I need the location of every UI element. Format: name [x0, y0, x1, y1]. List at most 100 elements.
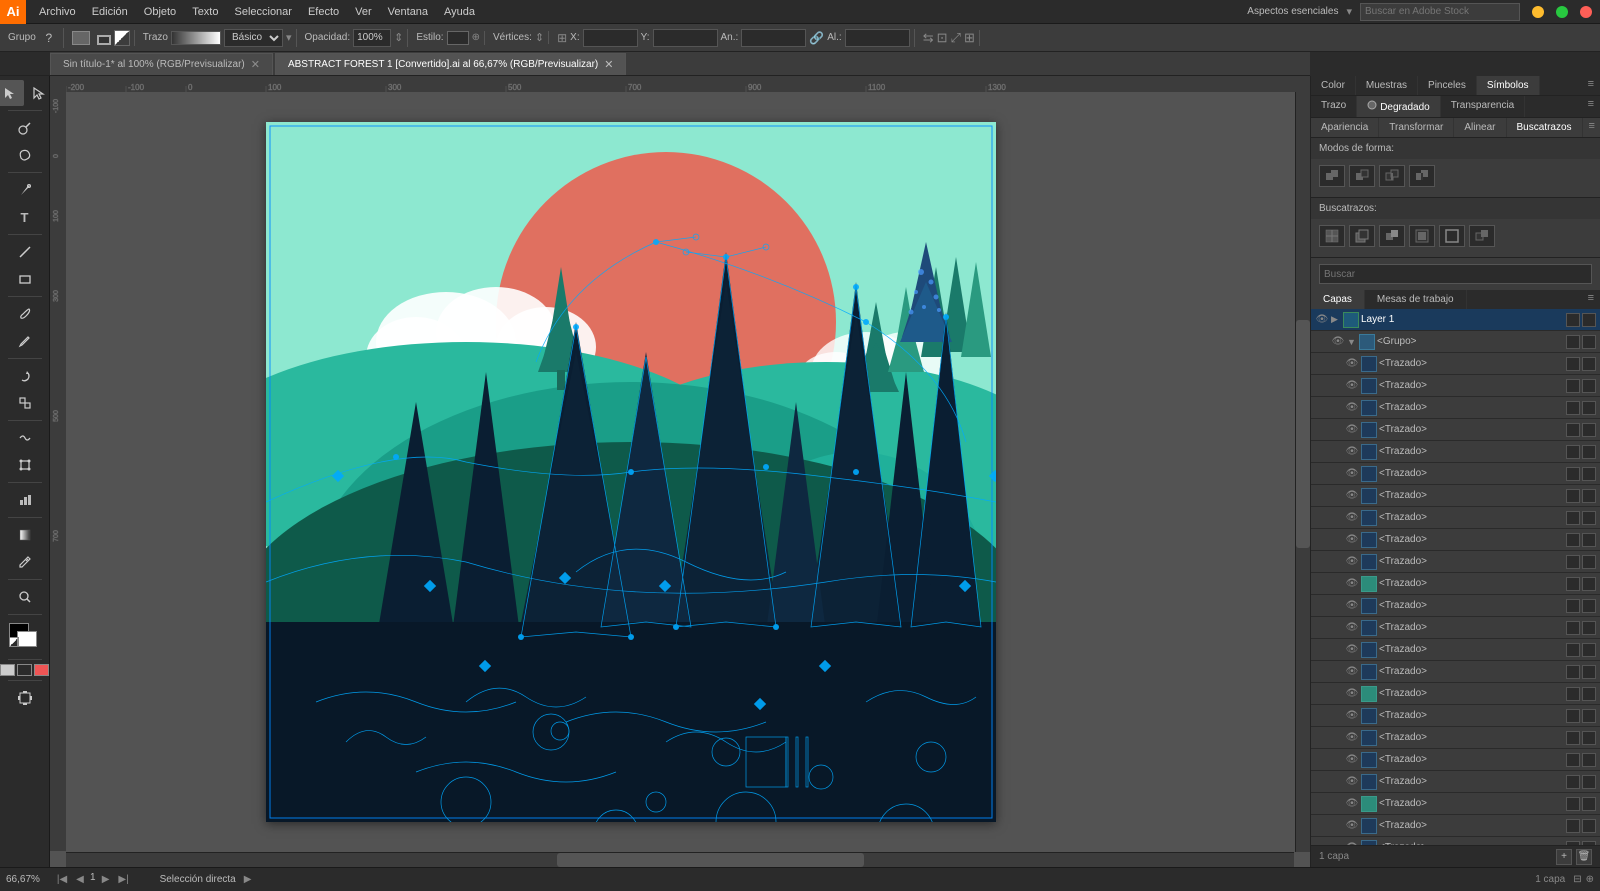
trazado-item-5[interactable]: 👁 <Trazado> — [1311, 463, 1600, 485]
trazado-item-12[interactable]: 👁 <Trazado> — [1311, 617, 1600, 639]
t11-lock[interactable] — [1566, 599, 1580, 613]
t3-target[interactable] — [1582, 423, 1596, 437]
zoom-tool[interactable] — [11, 584, 39, 610]
paintbrush-tool[interactable] — [11, 301, 39, 327]
layer-1-visibility[interactable]: 👁 — [1315, 313, 1329, 327]
layers-list[interactable]: 👁 ▶ Layer 1 👁 ▼ <Grupo> — [1311, 309, 1600, 845]
trim-btn[interactable] — [1349, 225, 1375, 247]
type-tool[interactable]: T — [11, 204, 39, 230]
t9-vis[interactable]: 👁 — [1345, 555, 1359, 569]
menu-edicion[interactable]: Edición — [85, 4, 135, 20]
grupo-expand[interactable]: ▼ — [1347, 337, 1357, 347]
t17-lock[interactable] — [1566, 731, 1580, 745]
shape-modes-header[interactable]: Modos de forma: — [1311, 138, 1600, 159]
tab-color[interactable]: Color — [1311, 76, 1356, 95]
t4-vis[interactable]: 👁 — [1345, 445, 1359, 459]
rotate-tool[interactable] — [11, 363, 39, 389]
x-input[interactable]: 700 px — [583, 29, 638, 47]
t20-vis[interactable]: 👁 — [1345, 797, 1359, 811]
stroke-style-select[interactable]: Básico — [224, 29, 283, 47]
menu-efecto[interactable]: Efecto — [301, 4, 346, 20]
layer-1-name[interactable]: Layer 1 — [1361, 314, 1564, 325]
tab-simbolos[interactable]: Símbolos — [1477, 76, 1540, 95]
t2-lock[interactable] — [1566, 401, 1580, 415]
t2-target[interactable] — [1582, 401, 1596, 415]
lasso-tool[interactable] — [11, 142, 39, 168]
fill-color-swatch[interactable] — [72, 31, 90, 45]
t8-lock[interactable] — [1566, 533, 1580, 547]
crop-btn[interactable] — [1409, 225, 1435, 247]
t6-name[interactable]: <Trazado> — [1379, 490, 1564, 501]
tab-untitled-close[interactable]: ✕ — [251, 58, 260, 71]
panel-options-btn[interactable]: ≡ — [1582, 76, 1600, 95]
trazado-item-6[interactable]: 👁 <Trazado> — [1311, 485, 1600, 507]
t20-target[interactable] — [1582, 797, 1596, 811]
trazado-item-4[interactable]: 👁 <Trazado> — [1311, 441, 1600, 463]
tab-forest-close[interactable]: ✕ — [604, 58, 613, 71]
t17-name[interactable]: <Trazado> — [1379, 732, 1564, 743]
gradient-tool[interactable] — [11, 522, 39, 548]
vertices-stepper[interactable]: ⇕ — [535, 31, 544, 44]
grupo-name[interactable]: <Grupo> — [1377, 336, 1564, 347]
reflect-icon[interactable]: ⇆ — [923, 30, 934, 46]
t19-vis[interactable]: 👁 — [1345, 775, 1359, 789]
tab-muestras[interactable]: Muestras — [1356, 76, 1418, 95]
normal-mode[interactable] — [0, 664, 15, 676]
t1-name[interactable]: <Trazado> — [1379, 380, 1564, 391]
menu-seleccionar[interactable]: Seleccionar — [227, 4, 298, 20]
trazado-item-1[interactable]: 👁 <Trazado> — [1311, 375, 1600, 397]
t9-name[interactable]: <Trazado> — [1379, 556, 1564, 567]
trazado-item-2[interactable]: 👁 <Trazado> — [1311, 397, 1600, 419]
t0-vis[interactable]: 👁 — [1345, 357, 1359, 371]
tab-apariencia[interactable]: Apariencia — [1311, 118, 1379, 137]
select-tool[interactable] — [0, 80, 24, 106]
trazado-item-16[interactable]: 👁 <Trazado> — [1311, 705, 1600, 727]
graph-tool[interactable] — [11, 487, 39, 513]
menu-ver[interactable]: Ver — [348, 4, 379, 20]
trazado-item-10[interactable]: 👁 <Trazado> — [1311, 573, 1600, 595]
pencil-tool[interactable] — [11, 328, 39, 354]
t2-vis[interactable]: 👁 — [1345, 401, 1359, 415]
t4-name[interactable]: <Trazado> — [1379, 446, 1564, 457]
constrain-icon[interactable]: 🔗 — [809, 31, 824, 45]
t10-name[interactable]: <Trazado> — [1379, 578, 1564, 589]
opacity-input[interactable] — [353, 29, 391, 47]
t20-name[interactable]: <Trazado> — [1379, 798, 1564, 809]
t11-name[interactable]: <Trazado> — [1379, 600, 1564, 611]
eyedropper-tool[interactable] — [11, 549, 39, 575]
pen-tool[interactable] — [11, 177, 39, 203]
t3-name[interactable]: <Trazado> — [1379, 424, 1564, 435]
tab-alinear[interactable]: Alinear — [1454, 118, 1506, 137]
t12-target[interactable] — [1582, 621, 1596, 635]
t21-vis[interactable]: 👁 — [1345, 819, 1359, 833]
t13-name[interactable]: <Trazado> — [1379, 644, 1564, 655]
t21-lock[interactable] — [1566, 819, 1580, 833]
artboard-tool[interactable] — [11, 685, 39, 711]
expand-icon[interactable]: ⤢ — [951, 30, 961, 46]
layers-tab-mesas[interactable]: Mesas de trabajo — [1365, 290, 1467, 309]
t11-target[interactable] — [1582, 599, 1596, 613]
warp-tool[interactable] — [11, 425, 39, 451]
t15-vis[interactable]: 👁 — [1345, 687, 1359, 701]
t14-name[interactable]: <Trazado> — [1379, 666, 1564, 677]
t4-lock[interactable] — [1566, 445, 1580, 459]
trazado-item-21[interactable]: 👁 <Trazado> — [1311, 815, 1600, 837]
canvas-area[interactable]: -200 -100 0 100 300 500 70 — [50, 76, 1310, 867]
style-swatch[interactable] — [447, 31, 469, 45]
t14-vis[interactable]: 👁 — [1345, 665, 1359, 679]
trazado-item-20[interactable]: 👁 <Trazado> — [1311, 793, 1600, 815]
sub-panel-options-btn[interactable]: ≡ — [1582, 96, 1600, 117]
tab-abstract-forest[interactable]: ABSTRACT FOREST 1 [Convertido].ai al 66,… — [275, 53, 627, 75]
trazado-item-17[interactable]: 👁 <Trazado> — [1311, 727, 1600, 749]
pathfinder-header[interactable]: Buscatrazos: — [1311, 198, 1600, 219]
first-page-btn[interactable]: |◀ — [54, 872, 70, 888]
tab-degradado[interactable]: Degradado — [1357, 96, 1440, 117]
minimize-button[interactable] — [1532, 6, 1544, 18]
canvas-content[interactable] — [66, 92, 1294, 851]
prev-page-btn[interactable]: ◀ — [72, 872, 88, 888]
t9-target[interactable] — [1582, 555, 1596, 569]
t15-lock[interactable] — [1566, 687, 1580, 701]
t5-vis[interactable]: 👁 — [1345, 467, 1359, 481]
layer-1-item[interactable]: 👁 ▶ Layer 1 — [1311, 309, 1600, 331]
tab-untitled[interactable]: Sin título-1* al 100% (RGB/Previsualizar… — [50, 53, 273, 75]
